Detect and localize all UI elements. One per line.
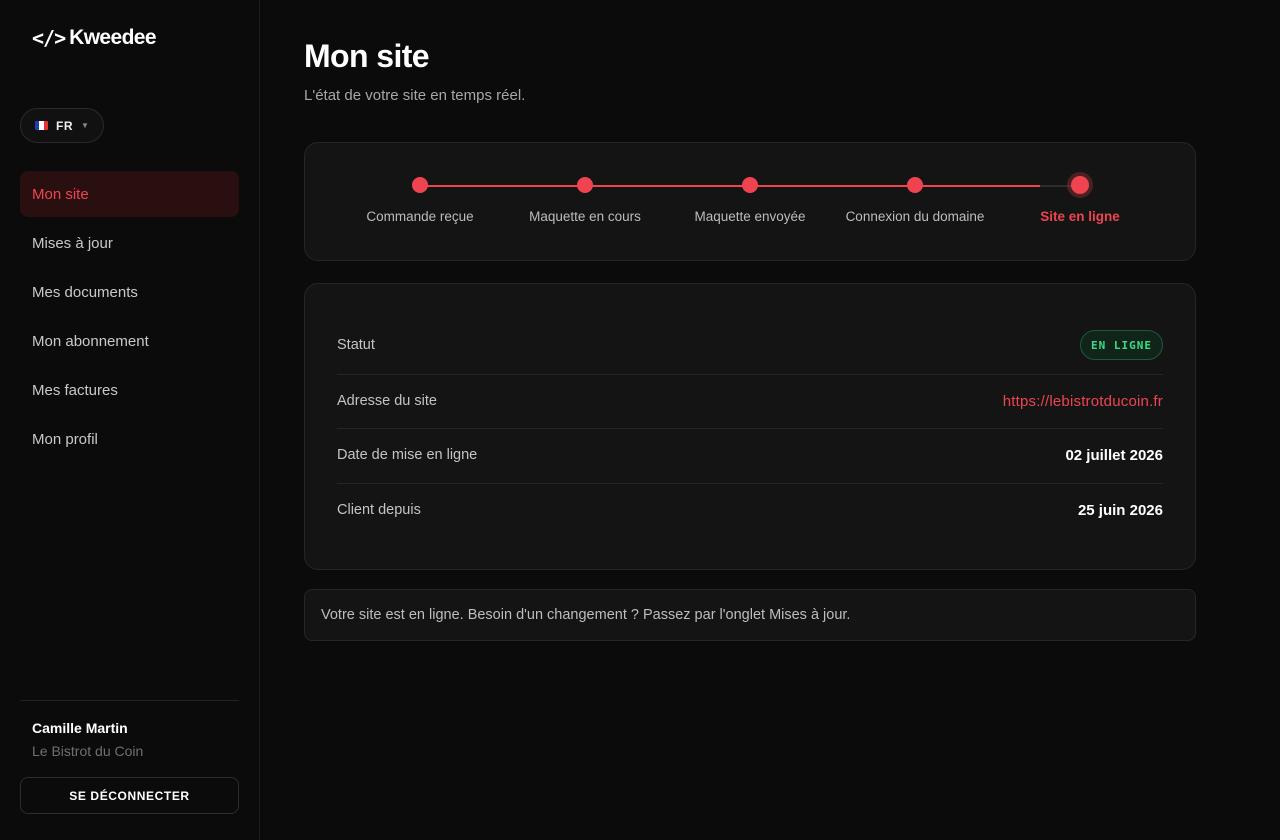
sidebar-nav: Mon site Mises à jour Mes documents Mon … [20,171,239,465]
step-label: Commande reçue [366,209,474,224]
sidebar-item-mon-site[interactable]: Mon site [20,171,239,217]
page-subtitle: L'état de votre site en temps réel. [304,87,526,104]
sidebar: </> Kweedee FR ▼ Mon site Mises à jour M… [0,0,260,840]
online-date-value: 02 juillet 2026 [1065,446,1163,464]
step-done-dot [412,177,428,193]
step-done-dot [907,177,923,193]
sidebar-item-mises-a-jour[interactable]: Mises à jour [20,220,239,266]
sidebar-item-mon-profil[interactable]: Mon profil [20,416,239,462]
user-company: Le Bistrot du Coin [32,743,144,759]
online-date-label: Date de mise en ligne [337,447,478,463]
step-label: Maquette envoyée [694,209,806,224]
brand-logo[interactable]: </> Kweedee [32,26,157,50]
flag-stripe-red [43,121,49,130]
step-done-dot [577,177,593,193]
client-since-row: Client depuis 25 juin 2026 [337,499,1163,521]
client-since-value: 25 juin 2026 [1077,501,1163,519]
sidebar-item-mes-documents[interactable]: Mes documents [20,269,239,315]
logout-button[interactable]: SE DÉCONNECTER [20,777,239,814]
row-divider [337,428,1163,429]
french-flag-icon [35,121,49,130]
row-divider [337,374,1163,375]
status-badge: EN LIGNE [1080,330,1163,360]
page-title: Mon site [304,38,430,74]
progress-step-2: Maquette en cours [510,177,660,224]
language-code: FR [56,118,74,133]
step-current-dot [1071,176,1089,194]
user-name: Camille Martin [32,720,128,736]
progress-step-1: Commande reçue [345,177,495,224]
step-label: Connexion du domaine [845,209,985,224]
sidebar-item-mon-abonnement[interactable]: Mon abonnement [20,318,239,364]
brand-name: Kweedee [69,26,156,49]
site-details-card: Statut EN LIGNE Adresse du site https://… [304,283,1196,570]
progress-step-3: Maquette envoyée [675,177,825,224]
step-label: Maquette en cours [529,209,641,224]
chevron-down-icon: ▼ [81,121,89,130]
progress-step-5: Site en ligne [1005,176,1155,224]
sidebar-item-mes-factures[interactable]: Mes factures [20,367,239,413]
progress-card: Commande reçue Maquette en cours Maquett… [304,142,1196,261]
status-row: Statut EN LIGNE [337,330,1163,360]
address-label: Adresse du site [337,393,437,409]
language-selector[interactable]: FR ▼ [20,108,104,143]
site-url-link[interactable]: https://lebistrotducoin.fr [1003,393,1163,410]
client-since-label: Client depuis [337,502,421,518]
row-divider [337,483,1163,484]
address-row: Adresse du site https://lebistrotducoin.… [337,390,1163,412]
progress-step-4: Connexion du domaine [840,177,990,224]
online-date-row: Date de mise en ligne 02 juillet 2026 [337,444,1163,466]
code-brackets-icon: </> [32,26,66,50]
step-done-dot [742,177,758,193]
step-label: Site en ligne [1040,209,1120,224]
info-note: Votre site est en ligne. Besoin d'un cha… [304,589,1196,641]
status-label: Statut [337,337,375,353]
sidebar-divider [20,700,239,701]
